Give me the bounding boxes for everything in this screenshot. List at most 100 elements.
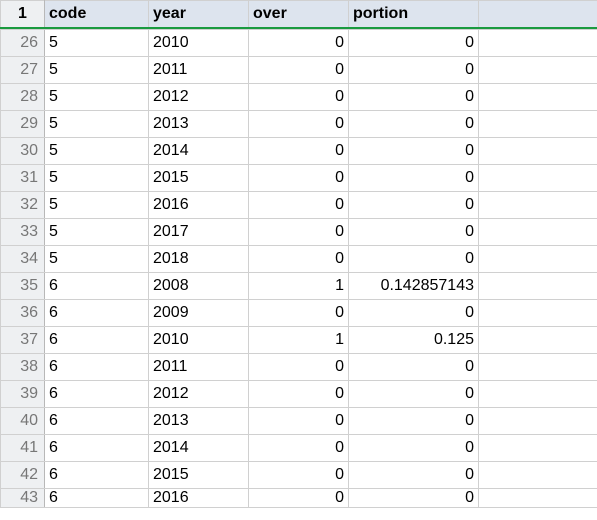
- cell-over[interactable]: 0: [249, 407, 349, 434]
- cell-code[interactable]: 6: [45, 434, 149, 461]
- cell-portion[interactable]: 0: [349, 164, 479, 191]
- cell-blank[interactable]: [479, 137, 597, 164]
- data-table[interactable]: 1 code year over portion 265201000275201…: [0, 0, 597, 508]
- cell-blank[interactable]: [479, 488, 597, 507]
- cell-blank[interactable]: [479, 245, 597, 272]
- cell-year[interactable]: 2016: [149, 488, 249, 507]
- cell-portion[interactable]: 0.125: [349, 326, 479, 353]
- cell-over[interactable]: 1: [249, 326, 349, 353]
- cell-year[interactable]: 2014: [149, 137, 249, 164]
- cell-over[interactable]: 0: [249, 299, 349, 326]
- cell-code[interactable]: 6: [45, 272, 149, 299]
- cell-portion[interactable]: 0: [349, 407, 479, 434]
- row-number[interactable]: 33: [1, 218, 45, 245]
- cell-blank[interactable]: [479, 164, 597, 191]
- cell-year[interactable]: 2008: [149, 272, 249, 299]
- cell-blank[interactable]: [479, 380, 597, 407]
- row-number[interactable]: 35: [1, 272, 45, 299]
- row-number[interactable]: 29: [1, 110, 45, 137]
- cell-year[interactable]: 2011: [149, 353, 249, 380]
- cell-over[interactable]: 0: [249, 83, 349, 110]
- cell-code[interactable]: 6: [45, 407, 149, 434]
- cell-blank[interactable]: [479, 56, 597, 83]
- cell-code[interactable]: 6: [45, 380, 149, 407]
- cell-year[interactable]: 2010: [149, 326, 249, 353]
- table-row[interactable]: 285201200: [1, 83, 597, 110]
- row-number[interactable]: 43: [1, 488, 45, 507]
- cell-year[interactable]: 2015: [149, 164, 249, 191]
- cell-over[interactable]: 0: [249, 245, 349, 272]
- table-row[interactable]: 315201500: [1, 164, 597, 191]
- cell-over[interactable]: 0: [249, 353, 349, 380]
- cell-blank[interactable]: [479, 191, 597, 218]
- cell-year[interactable]: 2009: [149, 299, 249, 326]
- cell-code[interactable]: 5: [45, 29, 149, 56]
- row-number[interactable]: 37: [1, 326, 45, 353]
- cell-code[interactable]: 5: [45, 83, 149, 110]
- table-row[interactable]: 325201600: [1, 191, 597, 218]
- cell-year[interactable]: 2015: [149, 461, 249, 488]
- table-row[interactable]: 356200810.142857143: [1, 272, 597, 299]
- cell-code[interactable]: 6: [45, 353, 149, 380]
- row-number[interactable]: 26: [1, 29, 45, 56]
- row-number[interactable]: 41: [1, 434, 45, 461]
- row-number[interactable]: 30: [1, 137, 45, 164]
- cell-year[interactable]: 2013: [149, 110, 249, 137]
- row-number[interactable]: 31: [1, 164, 45, 191]
- table-row[interactable]: 386201100: [1, 353, 597, 380]
- cell-portion[interactable]: 0: [349, 380, 479, 407]
- column-header-row[interactable]: 1 code year over portion: [1, 1, 597, 28]
- cell-code[interactable]: 5: [45, 245, 149, 272]
- cell-over[interactable]: 0: [249, 137, 349, 164]
- cell-over[interactable]: 0: [249, 29, 349, 56]
- table-row[interactable]: 366200900: [1, 299, 597, 326]
- cell-portion[interactable]: 0: [349, 29, 479, 56]
- column-header-over[interactable]: over: [249, 1, 349, 28]
- cell-portion[interactable]: 0: [349, 218, 479, 245]
- cell-blank[interactable]: [479, 272, 597, 299]
- row-number[interactable]: 42: [1, 461, 45, 488]
- cell-code[interactable]: 5: [45, 137, 149, 164]
- cell-over[interactable]: 0: [249, 218, 349, 245]
- cell-over[interactable]: 0: [249, 191, 349, 218]
- cell-over[interactable]: 0: [249, 461, 349, 488]
- cell-portion[interactable]: 0: [349, 56, 479, 83]
- cell-portion[interactable]: 0: [349, 434, 479, 461]
- row-number[interactable]: 32: [1, 191, 45, 218]
- table-row[interactable]: 275201100: [1, 56, 597, 83]
- row-number[interactable]: 40: [1, 407, 45, 434]
- cell-blank[interactable]: [479, 407, 597, 434]
- cell-code[interactable]: 5: [45, 56, 149, 83]
- cell-portion[interactable]: 0: [349, 461, 479, 488]
- row-number[interactable]: 36: [1, 299, 45, 326]
- cell-code[interactable]: 6: [45, 299, 149, 326]
- cell-portion[interactable]: 0.142857143: [349, 272, 479, 299]
- cell-portion[interactable]: 0: [349, 299, 479, 326]
- cell-code[interactable]: 6: [45, 326, 149, 353]
- cell-over[interactable]: 0: [249, 110, 349, 137]
- cell-code[interactable]: 5: [45, 110, 149, 137]
- cell-over[interactable]: 1: [249, 272, 349, 299]
- table-row[interactable]: 406201300: [1, 407, 597, 434]
- cell-portion[interactable]: 0: [349, 83, 479, 110]
- spreadsheet-grid[interactable]: 1 code year over portion 265201000275201…: [0, 0, 597, 520]
- cell-blank[interactable]: [479, 218, 597, 245]
- cell-blank[interactable]: [479, 326, 597, 353]
- table-row[interactable]: 345201800: [1, 245, 597, 272]
- cell-over[interactable]: 0: [249, 164, 349, 191]
- cell-blank[interactable]: [479, 461, 597, 488]
- cell-code[interactable]: 6: [45, 461, 149, 488]
- table-row[interactable]: 335201700: [1, 218, 597, 245]
- table-row[interactable]: 305201400: [1, 137, 597, 164]
- table-row[interactable]: 295201300: [1, 110, 597, 137]
- cell-portion[interactable]: 0: [349, 245, 479, 272]
- table-row[interactable]: 396201200: [1, 380, 597, 407]
- cell-year[interactable]: 2016: [149, 191, 249, 218]
- cell-code[interactable]: 5: [45, 164, 149, 191]
- table-row[interactable]: 376201010.125: [1, 326, 597, 353]
- cell-year[interactable]: 2011: [149, 56, 249, 83]
- cell-over[interactable]: 0: [249, 56, 349, 83]
- cell-code[interactable]: 5: [45, 191, 149, 218]
- cell-blank[interactable]: [479, 29, 597, 56]
- row-number[interactable]: 39: [1, 380, 45, 407]
